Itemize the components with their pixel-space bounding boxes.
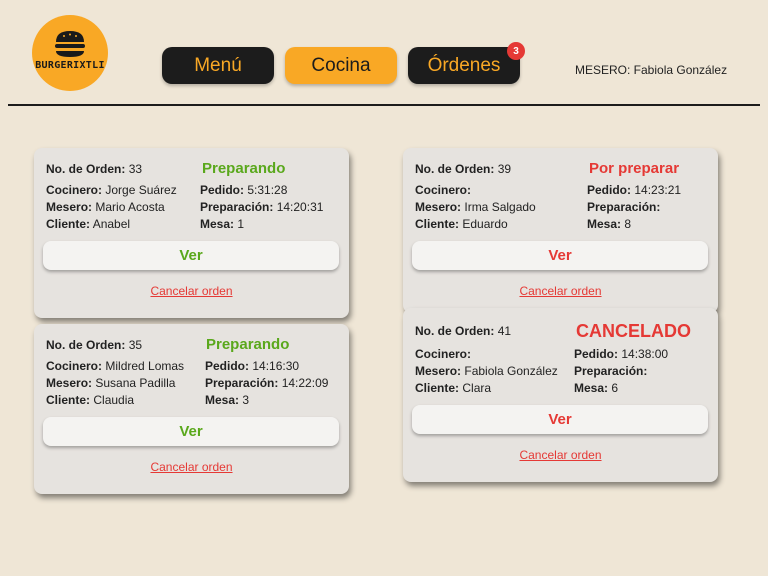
order-cocinero: Cocinero: Jorge Suárez bbox=[46, 183, 177, 197]
cancel-order-link[interactable]: Cancelar orden bbox=[403, 448, 718, 462]
order-status: Preparando bbox=[206, 336, 290, 353]
cancel-order-link[interactable]: Cancelar orden bbox=[34, 284, 349, 298]
ver-button[interactable]: Ver bbox=[43, 241, 339, 270]
order-number: No. de Orden: 41 bbox=[415, 324, 512, 338]
order-cliente: Cliente: Claudia bbox=[46, 393, 135, 407]
ordenes-count-badge: 3 bbox=[507, 42, 525, 60]
cancel-order-link[interactable]: Cancelar orden bbox=[403, 284, 718, 298]
order-preparacion: Preparación: bbox=[587, 200, 661, 214]
burger-icon bbox=[55, 30, 85, 57]
order-cocinero: Cocinero: bbox=[415, 183, 472, 197]
order-number: No. de Orden: 39 bbox=[415, 162, 512, 176]
cancel-order-link[interactable]: Cancelar orden bbox=[34, 460, 349, 474]
order-number: No. de Orden: 33 bbox=[46, 162, 143, 176]
order-pedido: Pedido: 14:23:21 bbox=[587, 183, 682, 197]
order-mesa: Mesa: 6 bbox=[574, 381, 619, 395]
order-number: No. de Orden: 35 bbox=[46, 338, 143, 352]
order-card-39: No. de Orden: 39 Por preparar Cocinero: … bbox=[403, 148, 718, 313]
order-preparacion: Preparación: 14:22:09 bbox=[205, 376, 329, 390]
order-preparacion: Preparación: bbox=[574, 364, 648, 378]
order-pedido: Pedido: 5:31:28 bbox=[200, 183, 288, 197]
order-cliente: Cliente: Anabel bbox=[46, 217, 131, 231]
nav-ordenes-button[interactable]: Órdenes bbox=[408, 47, 520, 84]
nav-menu-button[interactable]: Menú bbox=[162, 47, 274, 84]
order-mesero: Mesero: Irma Salgado bbox=[415, 200, 536, 214]
order-cocinero: Cocinero: Mildred Lomas bbox=[46, 359, 185, 373]
order-card-35: No. de Orden: 35 Preparando Cocinero: Mi… bbox=[34, 324, 349, 494]
ver-button[interactable]: Ver bbox=[412, 241, 708, 270]
order-card-41: No. de Orden: 41 CANCELADO Cocinero: Ped… bbox=[403, 308, 718, 482]
order-status: Preparando bbox=[202, 160, 286, 177]
order-status: CANCELADO bbox=[576, 321, 691, 341]
order-card-33: No. de Orden: 33 Preparando Cocinero: Jo… bbox=[34, 148, 349, 318]
order-mesero: Mesero: Fabiola González bbox=[415, 364, 558, 378]
header-divider bbox=[8, 104, 760, 106]
order-pedido: Pedido: 14:16:30 bbox=[205, 359, 300, 373]
ver-button[interactable]: Ver bbox=[412, 405, 708, 434]
order-mesa: Mesa: 3 bbox=[205, 393, 250, 407]
order-pedido: Pedido: 14:38:00 bbox=[574, 347, 669, 361]
order-cliente: Cliente: Clara bbox=[415, 381, 492, 395]
order-preparacion: Preparación: 14:20:31 bbox=[200, 200, 324, 214]
order-status: Por preparar bbox=[589, 160, 680, 177]
brand-name: BURGERIXTLI bbox=[35, 59, 105, 71]
nav-cocina-button[interactable]: Cocina bbox=[285, 47, 397, 84]
current-mesero: MESERO: Fabiola González bbox=[575, 63, 728, 77]
order-cocinero: Cocinero: bbox=[415, 347, 472, 361]
order-mesero: Mesero: Mario Acosta bbox=[46, 200, 165, 214]
order-cliente: Cliente: Eduardo bbox=[415, 217, 508, 231]
order-mesa: Mesa: 8 bbox=[587, 217, 632, 231]
order-mesa: Mesa: 1 bbox=[200, 217, 245, 231]
ver-button[interactable]: Ver bbox=[43, 417, 339, 446]
brand-logo: BURGERIXTLI bbox=[32, 15, 108, 91]
order-mesero: Mesero: Susana Padilla bbox=[46, 376, 176, 390]
